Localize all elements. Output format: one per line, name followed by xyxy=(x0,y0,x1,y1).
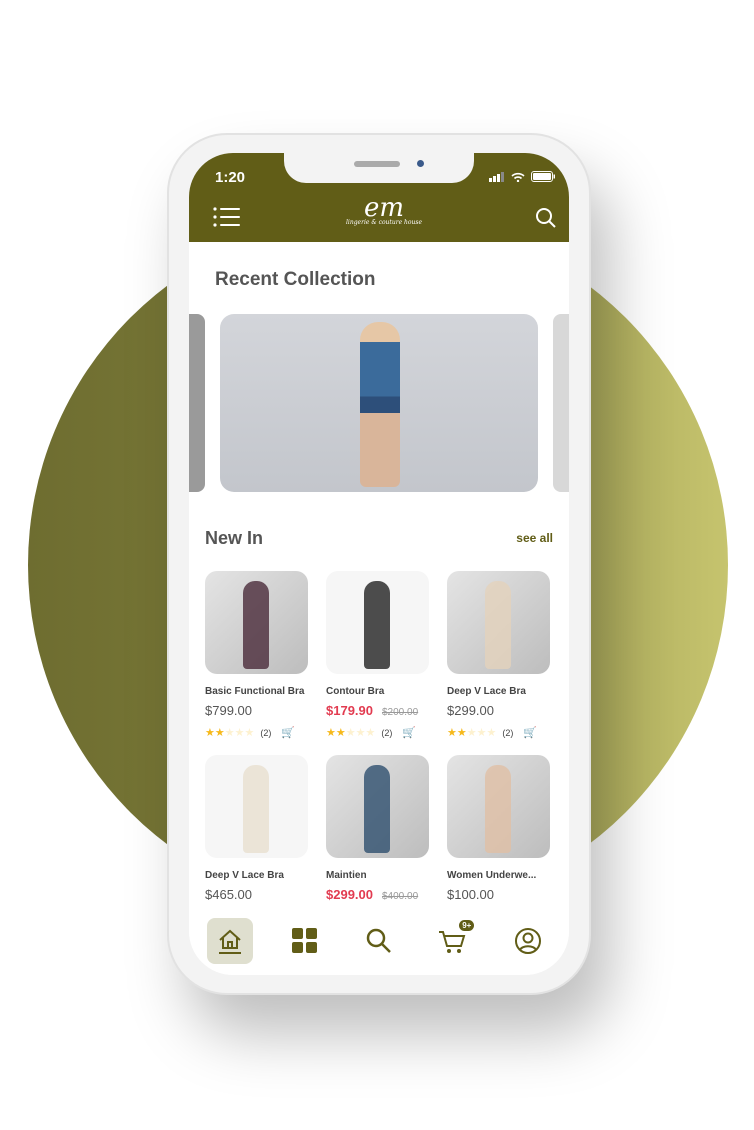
product-card[interactable]: Basic Functional Bra $799.00 ★ ★ ★ ★ ★ (2) 🛒 xyxy=(205,571,308,739)
banner-model-image xyxy=(360,322,400,487)
carousel-banner[interactable] xyxy=(220,314,538,492)
product-card[interactable]: Women Underwe... $100.00 xyxy=(447,755,550,902)
product-name: Maintien xyxy=(326,870,367,881)
camera xyxy=(417,160,424,167)
cart-icon xyxy=(439,931,466,953)
product-name: Basic Functional Bra xyxy=(205,686,305,697)
notch xyxy=(284,153,474,183)
product-image[interactable] xyxy=(205,755,308,858)
product-card[interactable]: Contour Bra $179.90 $200.00 ★ ★ ★ ★ ★ (2) 🛒 xyxy=(326,571,429,739)
product-image[interactable] xyxy=(447,755,550,858)
add-to-cart-icon[interactable]: 🛒 xyxy=(402,726,416,739)
carousel-prev-slide[interactable] xyxy=(189,314,205,492)
nav-home[interactable] xyxy=(207,918,254,964)
grid-icon xyxy=(291,928,317,953)
product-image[interactable] xyxy=(326,755,429,858)
search-icon xyxy=(366,928,391,953)
product-name: Contour Bra xyxy=(326,686,385,697)
product-image[interactable] xyxy=(447,571,550,674)
bottom-nav: 9+ xyxy=(189,918,569,975)
carousel-next-slide[interactable] xyxy=(553,314,569,492)
add-to-cart-icon[interactable]: 🛒 xyxy=(523,726,537,739)
battery-icon xyxy=(531,171,555,182)
app-header: 1:20 em lingerie & couture house xyxy=(189,153,569,242)
menu-icon[interactable] xyxy=(213,207,241,227)
status-icons xyxy=(489,171,555,182)
section-title-new-in: New In xyxy=(205,528,264,548)
search-icon[interactable] xyxy=(535,207,557,229)
product-rating: ★ ★ ★ ★ ★ (2) 🛒 xyxy=(326,726,417,739)
product-image[interactable] xyxy=(326,571,429,674)
nav-cart[interactable]: 9+ xyxy=(430,918,476,964)
speaker xyxy=(354,161,400,167)
product-sale-price: $299.00 xyxy=(326,887,373,902)
product-name: Deep V Lace Bra xyxy=(447,686,526,697)
product-card[interactable]: Deep V Lace Bra $465.00 xyxy=(205,755,308,902)
product-old-price: $200.00 xyxy=(382,707,419,718)
wifi-icon xyxy=(511,172,525,182)
section-title-recent: Recent Collection xyxy=(215,269,376,290)
app-screen: 1:20 em lingerie & couture house Recent … xyxy=(189,153,569,975)
brand-logo[interactable]: em lingerie & couture house xyxy=(339,195,429,226)
profile-icon xyxy=(514,928,541,954)
add-to-cart-icon[interactable]: 🛒 xyxy=(281,726,295,739)
nav-profile[interactable] xyxy=(505,918,551,964)
signal-icon xyxy=(489,171,504,182)
product-price: $465.00 xyxy=(205,887,252,902)
home-icon xyxy=(219,929,242,954)
see-all-link[interactable]: see all xyxy=(516,531,553,545)
cart-badge: 9+ xyxy=(459,920,475,931)
status-time: 1:20 xyxy=(215,169,246,186)
product-rating: ★ ★ ★ ★ ★ (2) 🛒 xyxy=(447,726,538,739)
product-image[interactable] xyxy=(205,571,308,674)
nav-categories[interactable] xyxy=(282,918,328,964)
product-rating: ★ ★ ★ ★ ★ (2) 🛒 xyxy=(205,726,296,739)
product-price: $100.00 xyxy=(447,887,494,902)
product-old-price: $400.00 xyxy=(382,891,419,902)
product-card[interactable]: Maintien $299.00 $400.00 xyxy=(326,755,429,902)
product-name: Deep V Lace Bra xyxy=(205,870,284,881)
product-price: $299.00 xyxy=(447,703,494,718)
product-sale-price: $179.90 xyxy=(326,703,373,718)
product-name: Women Underwe... xyxy=(447,870,537,881)
product-card[interactable]: Deep V Lace Bra $299.00 ★ ★ ★ ★ ★ (2) 🛒 xyxy=(447,571,550,739)
product-grid: Basic Functional Bra $799.00 ★ ★ ★ ★ ★ (2) 🛒 C… xyxy=(205,571,555,902)
product-price: $799.00 xyxy=(205,703,252,718)
nav-search[interactable] xyxy=(356,918,402,964)
